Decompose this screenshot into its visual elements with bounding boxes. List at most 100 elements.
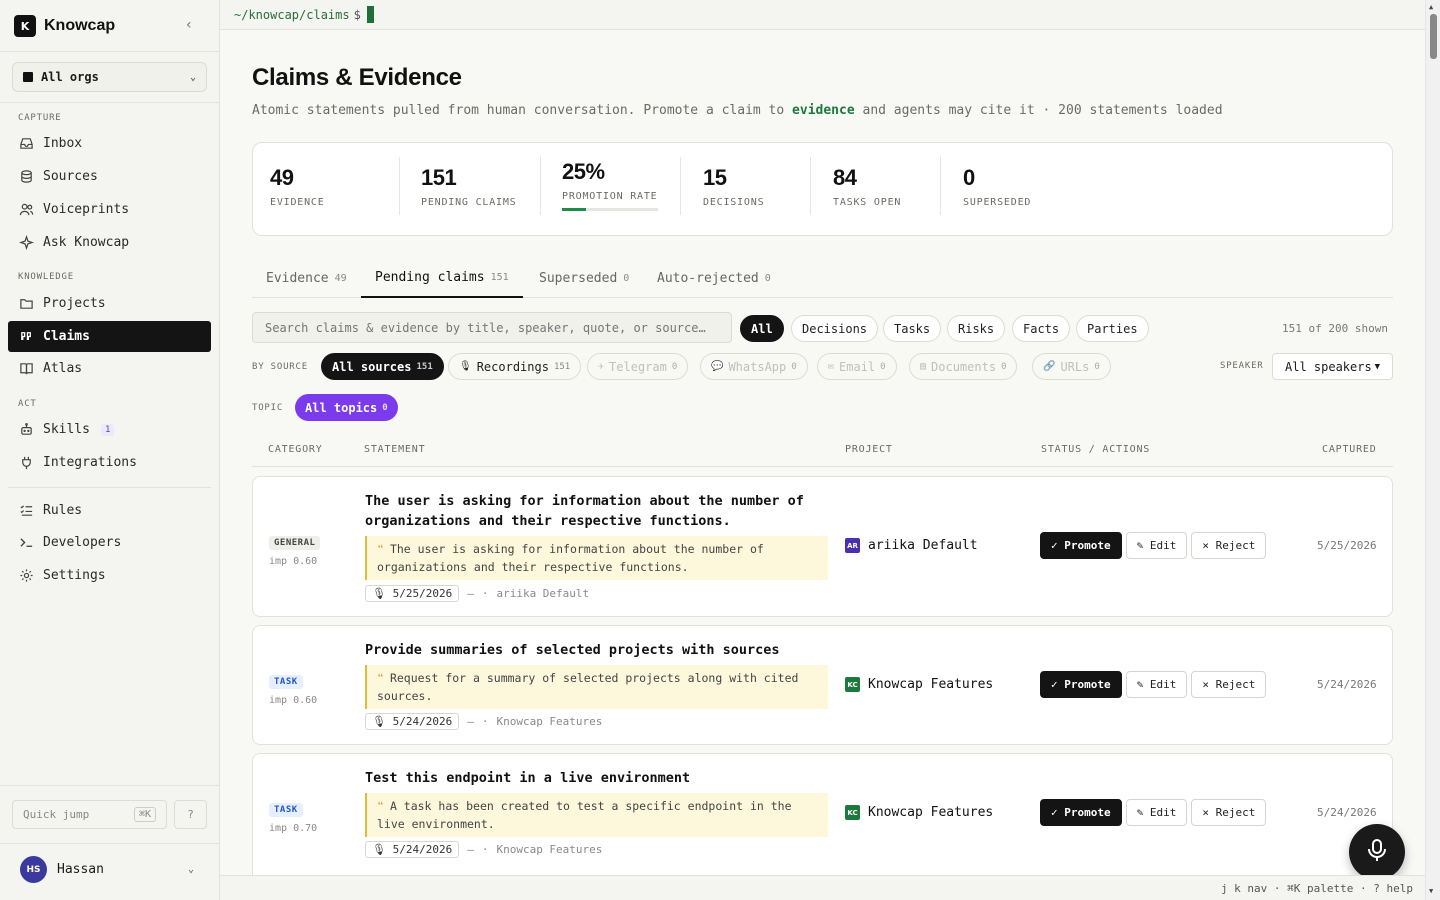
sidebar-item-developers[interactable]: Developers — [8, 527, 211, 558]
meta-separator: · — [481, 715, 489, 728]
page-title: Claims & Evidence — [252, 64, 462, 91]
stat-label: PENDING CLAIMS — [421, 197, 517, 208]
topic-count: 0 — [382, 402, 388, 413]
promote-button[interactable]: ✓ Promote — [1040, 671, 1122, 698]
section-label-knowledge: KNOWLEDGE — [18, 272, 74, 282]
meta-project: ariika Default — [496, 587, 590, 600]
edit-button[interactable]: ✎ Edit — [1125, 799, 1188, 826]
statement-title[interactable]: Test this endpoint in a live environment — [365, 768, 817, 788]
project-cell[interactable]: KC Knowcap Features — [845, 805, 993, 820]
sidebar-item-skills[interactable]: Skills 1 — [8, 414, 211, 445]
category-cell: TASK imp 0.60 — [269, 669, 317, 706]
users-icon — [18, 202, 34, 218]
stat-pending-claims: 151 PENDING CLAIMS — [421, 165, 517, 208]
edit-button[interactable]: ✎ Edit — [1125, 532, 1188, 559]
scroll-down-icon[interactable]: ▼ — [1429, 887, 1433, 895]
recording-date-chip[interactable]: 🎙 5/24/2026 — [365, 713, 460, 730]
sidebar-item-projects[interactable]: Projects — [8, 288, 211, 319]
recording-date-chip[interactable]: 🎙 5/25/2026 — [365, 585, 460, 602]
recording-date: 5/25/2026 — [392, 587, 453, 600]
sidebar-item-settings[interactable]: Settings — [8, 560, 211, 591]
topic-all[interactable]: All topics 0 — [295, 394, 398, 421]
stat-superseded: 0 SUPERSEDED — [963, 165, 1031, 208]
importance: imp 0.70 — [269, 823, 318, 834]
brand[interactable]: K Knowcap — [14, 14, 115, 38]
filter-facts[interactable]: Facts — [1012, 315, 1071, 342]
gear-icon — [18, 568, 34, 584]
edit-button[interactable]: ✎ Edit — [1125, 671, 1188, 698]
stat-promotion-rate: 25% PROMOTION RATE — [562, 159, 658, 211]
sidebar-item-integrations[interactable]: Integrations — [8, 447, 211, 478]
tab-auto-rejected[interactable]: Auto-rejected 0 — [643, 258, 785, 298]
quick-jump-button[interactable]: Quick jump ⌘K — [12, 800, 167, 829]
sidebar-item-ask-knowcap[interactable]: Ask Knowcap — [8, 227, 211, 258]
speaker-label: SPEAKER — [1220, 361, 1264, 371]
source-label: Email — [839, 359, 876, 374]
speaker-select[interactable]: All speakers ▼ — [1272, 353, 1393, 380]
divider — [540, 157, 541, 215]
source-telegram[interactable]: ✈ Telegram 0 — [587, 353, 689, 380]
skills-count-badge: 1 — [100, 423, 115, 436]
sidebar-item-atlas[interactable]: Atlas — [8, 353, 211, 384]
source-all[interactable]: All sources 151 — [321, 353, 444, 380]
sidebar-item-rules[interactable]: Rules — [8, 495, 211, 526]
filter-decisions[interactable]: Decisions — [791, 315, 879, 342]
scrollbar[interactable]: ▲ ▼ — [1425, 0, 1440, 900]
scroll-up-icon[interactable]: ▲ — [1429, 3, 1433, 11]
search-input[interactable] — [252, 312, 732, 343]
filter-risks[interactable]: Risks — [947, 315, 1006, 342]
sidebar-item-claims[interactable]: Claims — [8, 321, 211, 352]
chevron-down-icon[interactable]: ⌄ — [188, 864, 194, 875]
project-cell[interactable]: KC Knowcap Features — [845, 677, 993, 692]
tab-count: 49 — [334, 272, 347, 284]
source-whatsapp[interactable]: 💬 WhatsApp 0 — [700, 353, 808, 380]
tab-pending-claims[interactable]: Pending claims 151 — [361, 258, 523, 298]
tab-evidence[interactable]: Evidence 49 — [252, 258, 361, 298]
promote-button[interactable]: ✓ Promote — [1040, 799, 1122, 826]
meta-separator: · — [481, 587, 489, 600]
user-menu[interactable]: HS Hassan — [20, 856, 104, 883]
source-urls[interactable]: 🔗 URLs 0 — [1032, 353, 1111, 380]
claim-row[interactable]: TASK imp 0.60 Provide summaries of selec… — [252, 625, 1393, 745]
sidebar-item-inbox[interactable]: Inbox — [8, 128, 211, 159]
robot-icon — [18, 422, 34, 438]
source-quote: ❝ Request for a summary of selected proje… — [365, 665, 828, 709]
tab-label: Evidence — [266, 270, 329, 286]
project-cell[interactable]: AR ariika Default — [845, 538, 978, 553]
collapse-sidebar-icon[interactable]: ‹ — [186, 17, 192, 33]
path: ~/knowcap/claims — [234, 7, 350, 22]
divider — [940, 157, 941, 215]
divider — [0, 843, 219, 844]
help-button[interactable]: ? — [174, 800, 207, 829]
recording-date-chip[interactable]: 🎙 5/24/2026 — [365, 841, 460, 858]
reject-button[interactable]: × Reject — [1191, 532, 1267, 559]
source-email[interactable]: ✉ Email 0 — [817, 353, 897, 380]
stat-value: 25% — [562, 159, 605, 184]
tab-superseded[interactable]: Superseded 0 — [525, 258, 643, 298]
filter-tasks[interactable]: Tasks — [883, 315, 942, 342]
statement-title[interactable]: Provide summaries of selected projects w… — [365, 640, 817, 660]
category-badge: TASK — [269, 675, 303, 689]
stat-value: 49 — [270, 165, 294, 190]
chevron-down-icon: ⌄ — [189, 71, 196, 83]
reject-button[interactable]: × Reject — [1191, 671, 1267, 698]
scroll-thumb[interactable] — [1430, 14, 1437, 59]
promote-button[interactable]: ✓ Promote — [1040, 532, 1122, 559]
claim-row[interactable]: GENERAL imp 0.60 The user is asking for … — [252, 476, 1393, 617]
claim-row[interactable]: TASK imp 0.70 Test this endpoint in a li… — [252, 753, 1393, 875]
reject-button[interactable]: × Reject — [1191, 799, 1267, 826]
brand-name: Knowcap — [44, 17, 116, 34]
filter-all[interactable]: All — [740, 315, 784, 342]
sidebar-item-voiceprints[interactable]: Voiceprints — [8, 194, 211, 225]
sidebar-item-label: Ask Knowcap — [43, 235, 130, 250]
stat-value: 0 — [963, 165, 975, 190]
source-documents[interactable]: ▤ Documents 0 — [909, 353, 1018, 380]
filter-parties[interactable]: Parties — [1076, 315, 1149, 342]
source-recordings[interactable]: 🎙 Recordings 151 — [448, 353, 582, 380]
statement-title[interactable]: The user is asking for information about… — [365, 491, 817, 531]
org-selector[interactable]: All orgs ⌄ — [12, 62, 207, 92]
sidebar-item-sources[interactable]: Sources — [8, 161, 211, 192]
voice-capture-button[interactable] — [1349, 824, 1405, 880]
brand-logo: K — [14, 15, 36, 37]
stat-value: 151 — [421, 165, 457, 190]
